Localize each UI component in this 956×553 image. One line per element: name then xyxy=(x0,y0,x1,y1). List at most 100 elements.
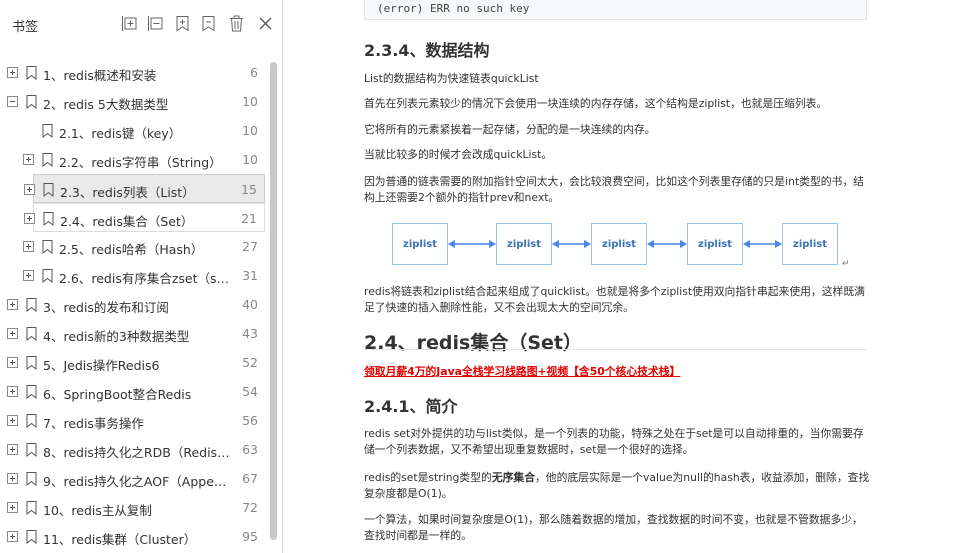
code-block: (error) ERR no such key xyxy=(364,0,867,20)
bookmark-label: 2.6、redis有序集合zset（sort... xyxy=(59,271,233,286)
bookmark-page-number: 63 xyxy=(242,442,258,457)
expand-icon[interactable] xyxy=(7,444,18,455)
bookmark-item[interactable]: 2.2、redis字符串（String） 10 xyxy=(0,145,266,174)
bookmark-page-number: 10 xyxy=(242,123,258,138)
bookmark-item[interactable]: 2.1、redis键（key） 10 xyxy=(0,116,266,145)
bookmark-label: 10、redis主从复制 xyxy=(43,503,152,518)
paragraph: 因为普通的链表需要的附加指针空间太大，会比较浪费空间，比如这个列表里存储的只是i… xyxy=(364,175,864,204)
bookmark-icon xyxy=(42,240,53,254)
bookmark-icon xyxy=(26,414,37,428)
expand-all-icon xyxy=(121,15,136,31)
bookmark-icon xyxy=(43,212,54,226)
bookmark-page-number: 52 xyxy=(242,355,258,370)
bookmark-icon xyxy=(26,298,37,312)
expand-icon[interactable] xyxy=(7,415,18,426)
expand-icon[interactable] xyxy=(23,270,34,281)
collapse-all-button[interactable] xyxy=(146,13,166,33)
emphasis-unordered-set: 无序集合 xyxy=(491,471,535,484)
expand-icon[interactable] xyxy=(24,184,35,195)
bookmark-page-number: 95 xyxy=(242,529,258,544)
bookmark-label: 4、redis新的3种数据类型 xyxy=(43,329,190,344)
expand-icon[interactable] xyxy=(7,67,18,78)
code-line: (error) ERR no such key xyxy=(377,2,530,15)
expand-icon[interactable] xyxy=(7,473,18,484)
bookmarks-scrollbar[interactable] xyxy=(270,62,277,540)
bookmark-page-number: 56 xyxy=(242,413,258,428)
expand-icon[interactable] xyxy=(23,154,34,165)
bookmark-label: 2.3、redis列表（List） xyxy=(60,185,195,200)
bookmark-icon xyxy=(26,472,37,486)
close-panel-button[interactable] xyxy=(255,13,275,33)
ziplist-node: ziplist xyxy=(392,223,448,265)
bookmarks-panel: 书签 1、redis概述和安装 6 2、redis 5大数据类型 10 2.1、… xyxy=(0,0,283,553)
bookmark-item[interactable]: 8、redis持久化之RDB（Redis D... 63 xyxy=(0,435,266,464)
double-arrow-icon xyxy=(552,240,591,248)
bookmark-item[interactable]: 2.6、redis有序集合zset（sort... 31 xyxy=(0,261,266,290)
bookmark-page-number: 6 xyxy=(250,65,258,80)
delete-bookmark-button[interactable] xyxy=(226,13,246,33)
bookmark-item[interactable]: 2.4、redis集合（Set） 21 xyxy=(24,203,265,232)
bookmark-item[interactable]: 1、redis概述和安装 6 xyxy=(0,58,266,87)
bookmark-icon xyxy=(26,95,37,109)
bookmark-label: 2.5、redis哈希（Hash） xyxy=(59,242,204,257)
bookmark-page-number: 40 xyxy=(242,297,258,312)
expand-icon[interactable] xyxy=(23,241,34,252)
bookmark-label: 8、redis持久化之RDB（Redis D... xyxy=(43,445,233,460)
bookmark-item[interactable]: 4、redis新的3种数据类型 43 xyxy=(0,319,266,348)
trash-icon xyxy=(229,15,243,31)
expand-icon[interactable] xyxy=(7,357,18,368)
bookmark-item[interactable]: 7、redis事务操作 56 xyxy=(0,406,266,435)
collapse-icon[interactable] xyxy=(7,96,18,107)
ziplist-node: ziplist xyxy=(687,223,743,265)
bookmark-page-number: 10 xyxy=(242,94,258,109)
expand-icon[interactable] xyxy=(7,502,18,513)
expand-icon[interactable] xyxy=(24,213,35,224)
paragraph: 它将所有的元素紧挨着一起存储，分配的是一块连续的内存。 xyxy=(364,123,656,136)
bookmark-item[interactable]: 9、redis持久化之AOF（Append ... 67 xyxy=(0,464,266,493)
bookmark-item[interactable]: 6、SpringBoot整合Redis 54 xyxy=(0,377,266,406)
bookmark-item[interactable]: 2.5、redis哈希（Hash） 27 xyxy=(0,232,266,261)
bookmark-label: 2、redis 5大数据类型 xyxy=(43,97,169,112)
bookmark-icon xyxy=(26,327,37,341)
bookmark-icon xyxy=(26,530,37,544)
bookmark-item[interactable]: 5、Jedis操作Redis6 52 xyxy=(0,348,266,377)
bookmark-item[interactable]: 3、redis的发布和订阅 40 xyxy=(0,290,266,319)
bookmark-label: 2.2、redis字符串（String） xyxy=(59,155,222,170)
bookmark-page-number: 67 xyxy=(242,471,258,486)
paragraph: 一个算法，如果时间复杂度是O(1)，那么随着数据的增加，查找数据的时间不变，也就… xyxy=(364,513,863,542)
bookmark-label: 2.4、redis集合（Set） xyxy=(60,214,194,229)
ziplist-node: ziplist xyxy=(496,223,552,265)
paragraph: redis set对外提供的功与list类似，是一个列表的功能，特殊之处在于se… xyxy=(364,427,864,456)
expand-icon[interactable] xyxy=(7,386,18,397)
add-bookmark-icon xyxy=(176,15,188,31)
remove-bookmark-button[interactable] xyxy=(198,13,218,33)
bookmark-item[interactable]: 11、redis集群（Cluster） 95 xyxy=(0,522,266,551)
expand-all-button[interactable] xyxy=(120,13,140,33)
bookmark-label: 5、Jedis操作Redis6 xyxy=(43,358,160,373)
add-bookmark-button[interactable] xyxy=(172,13,192,33)
bookmark-page-number: 72 xyxy=(242,500,258,515)
heading-introduction: 2.4.1、简介 xyxy=(364,397,458,416)
bookmark-label: 11、redis集群（Cluster） xyxy=(43,532,197,547)
double-arrow-icon xyxy=(743,240,782,248)
ziplist-node: ziplist xyxy=(782,223,838,265)
bookmark-page-number: 27 xyxy=(242,239,258,254)
promo-link[interactable]: 领取月薪4万的Java全栈学习线路图+视频【含50个核心技术栈】 xyxy=(364,363,680,379)
bookmark-label: 2.1、redis键（key） xyxy=(59,126,182,141)
bookmark-item[interactable]: 10、redis主从复制 72 xyxy=(0,493,266,522)
ziplist-node: ziplist xyxy=(591,223,647,265)
paragraph: redis的set是string类型的无序集合，他的底层实际是一个value为n… xyxy=(364,471,870,500)
bookmark-item[interactable]: 2、redis 5大数据类型 10 xyxy=(0,87,266,116)
bookmark-page-number: 15 xyxy=(241,182,257,197)
document-view: (error) ERR no such key 2.3.4、数据结构 List的… xyxy=(284,0,956,553)
heading-divider xyxy=(364,349,867,350)
close-icon xyxy=(259,17,271,29)
expand-icon[interactable] xyxy=(7,299,18,310)
expand-icon[interactable] xyxy=(7,328,18,339)
double-arrow-icon xyxy=(647,240,687,248)
bookmark-item[interactable]: 2.3、redis列表（List） 15 xyxy=(24,174,265,203)
expand-icon[interactable] xyxy=(7,531,18,542)
bookmark-page-number: 10 xyxy=(242,152,258,167)
bookmark-tree: 1、redis概述和安装 6 2、redis 5大数据类型 10 2.1、redis键（… xyxy=(0,58,266,553)
bookmark-label: 9、redis持久化之AOF（Append ... xyxy=(43,474,233,489)
